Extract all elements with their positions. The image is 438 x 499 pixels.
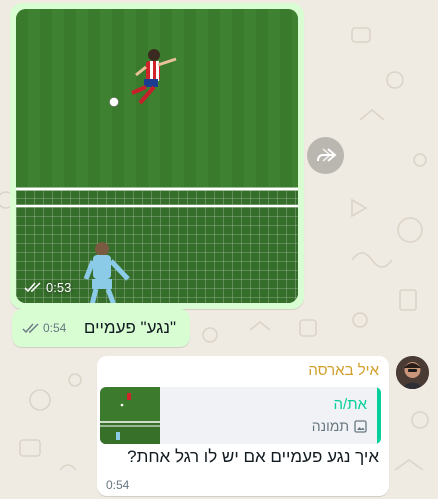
- incoming-reply-bubble[interactable]: איל בארסה את/ה תמונה איך נגע פעמיים אם י…: [97, 356, 389, 496]
- video-meta: 0:53: [24, 280, 71, 295]
- message-text: איך נגע פעמיים אם יש לו רגל אחת?: [127, 447, 379, 466]
- quoted-author: את/ה: [333, 396, 367, 413]
- forward-icon: [316, 147, 337, 162]
- image-icon: [354, 419, 367, 433]
- video-duration: 0:53: [46, 280, 72, 295]
- message-text: "נגע" פעמיים: [83, 318, 176, 337]
- message-meta: 0:54: [22, 321, 66, 335]
- video-thumbnail[interactable]: 0:53: [16, 9, 298, 303]
- sender-name[interactable]: איל בארסה: [308, 362, 379, 379]
- quoted-type: תמונה: [312, 418, 367, 434]
- double-check-icon: [24, 282, 41, 293]
- message-time: 0:54: [106, 478, 130, 492]
- double-check-icon: [22, 323, 39, 333]
- quoted-message[interactable]: את/ה תמונה: [100, 387, 381, 444]
- message-time: 0:54: [43, 321, 67, 335]
- avatar-image: [396, 356, 429, 389]
- quoted-image-thumbnail: [100, 387, 160, 444]
- quote-accent-bar: [377, 387, 381, 444]
- penalty-kick-image: [16, 9, 298, 303]
- forward-button[interactable]: [307, 137, 344, 174]
- outgoing-text-bubble[interactable]: 0:54 "נגע" פעמיים: [12, 309, 190, 347]
- video-message-bubble[interactable]: 0:53: [10, 3, 304, 309]
- sender-avatar[interactable]: [396, 356, 429, 389]
- quoted-type-label: תמונה: [311, 418, 349, 434]
